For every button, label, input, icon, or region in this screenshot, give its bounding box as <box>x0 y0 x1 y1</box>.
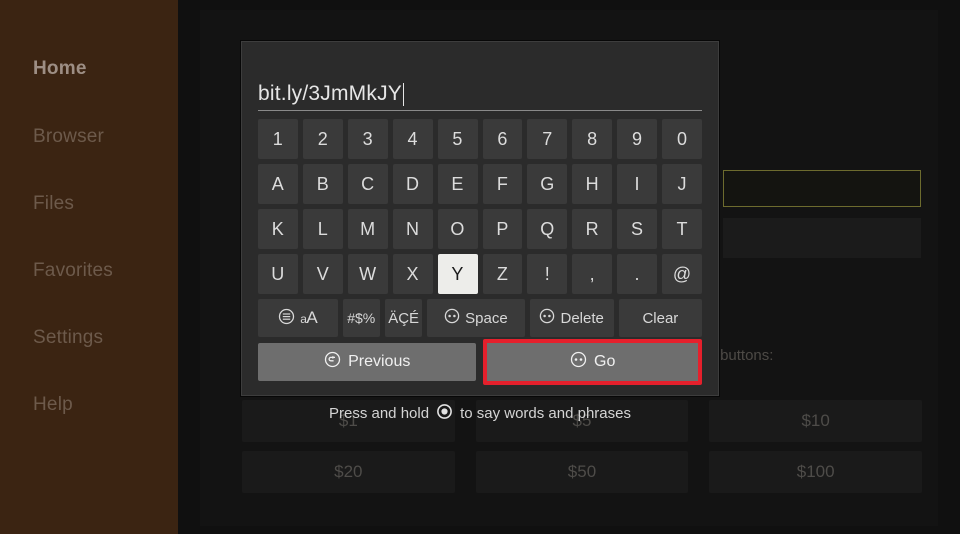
key-n[interactable]: N <box>392 209 433 249</box>
key-r[interactable]: R <box>572 209 613 249</box>
text-caret <box>403 83 404 106</box>
keyboard-input-value: bit.ly/3JmMkJY <box>258 82 402 105</box>
key-8[interactable]: 8 <box>572 119 613 159</box>
key-exclamation[interactable]: ! <box>527 254 568 294</box>
key-z[interactable]: Z <box>482 254 523 294</box>
key-j[interactable]: J <box>662 164 703 204</box>
key-e[interactable]: E <box>437 164 478 204</box>
donation-button[interactable]: $100 <box>709 451 922 493</box>
voice-button-icon <box>437 404 452 423</box>
key-1[interactable]: 1 <box>258 119 298 159</box>
key-a[interactable]: A <box>258 164 298 204</box>
sidebar-item-home[interactable]: Home <box>33 58 173 80</box>
key-2[interactable]: 2 <box>302 119 343 159</box>
key-delete-label: Delete <box>560 309 604 327</box>
key-l[interactable]: L <box>302 209 343 249</box>
key-m[interactable]: M <box>347 209 388 249</box>
keyboard-row-numbers: 1 2 3 4 5 6 7 8 9 0 <box>258 119 703 159</box>
keyboard-text-field[interactable]: bit.ly/3JmMkJY <box>258 56 702 111</box>
key-v[interactable]: V <box>302 254 343 294</box>
keyboard-row-u-at: U V W X Y Z ! , . @ <box>258 254 703 294</box>
menu-circle-icon <box>278 308 295 329</box>
voice-hint: Press and hold to say words and phrases <box>241 404 719 423</box>
case-toggle-label: aA <box>300 308 318 327</box>
key-period[interactable]: . <box>617 254 658 294</box>
dpad-horizontal-icon <box>570 351 587 373</box>
go-button[interactable]: Go <box>483 339 702 385</box>
dpad-horizontal-icon <box>539 308 555 328</box>
key-5[interactable]: 5 <box>437 119 478 159</box>
key-0[interactable]: 0 <box>662 119 703 159</box>
sidebar-item-settings[interactable]: Settings <box>33 327 173 349</box>
sidebar-item-help[interactable]: Help <box>33 394 173 416</box>
onscreen-keyboard-dialog: bit.ly/3JmMkJY 1 2 3 4 5 6 7 8 9 0 A B C… <box>241 41 719 396</box>
donation-button[interactable]: $10 <box>709 400 922 442</box>
previous-button[interactable]: Previous <box>258 343 477 381</box>
key-delete[interactable]: Delete <box>529 299 614 337</box>
background-secondary-field[interactable] <box>723 218 921 258</box>
key-u[interactable]: U <box>258 254 298 294</box>
donation-button[interactable]: $20 <box>242 451 455 493</box>
key-comma[interactable]: , <box>572 254 613 294</box>
previous-button-label: Previous <box>348 353 411 370</box>
key-w[interactable]: W <box>347 254 388 294</box>
key-clear[interactable]: Clear <box>618 299 702 337</box>
tv-app-screen: Home Browser Files Favorites Settings He… <box>0 0 960 534</box>
key-6[interactable]: 6 <box>482 119 523 159</box>
dpad-horizontal-icon <box>444 308 460 328</box>
key-h[interactable]: H <box>572 164 613 204</box>
sidebar-item-favorites[interactable]: Favorites <box>33 260 173 282</box>
keyboard-row-a-j: A B C D E F G H I J <box>258 164 703 204</box>
key-4[interactable]: 4 <box>392 119 433 159</box>
key-q[interactable]: Q <box>527 209 568 249</box>
sidebar-item-browser[interactable]: Browser <box>33 126 173 148</box>
voice-hint-suffix: to say words and phrases <box>460 405 631 422</box>
key-7[interactable]: 7 <box>527 119 568 159</box>
keyboard-function-row: aA #$% ÄÇÉ Space Delete Clear <box>258 299 702 337</box>
key-x[interactable]: X <box>392 254 433 294</box>
voice-hint-prefix: Press and hold <box>328 405 430 422</box>
key-d[interactable]: D <box>392 164 433 204</box>
key-s[interactable]: S <box>617 209 658 249</box>
key-k[interactable]: K <box>258 209 298 249</box>
keyboard-row-k-t: K L M N O P Q R S T <box>258 209 703 249</box>
key-c[interactable]: C <box>347 164 388 204</box>
background-url-field[interactable] <box>723 170 921 207</box>
go-button-label: Go <box>594 353 616 370</box>
donation-button[interactable]: $50 <box>475 451 689 493</box>
key-f[interactable]: F <box>482 164 523 204</box>
sidebar-item-files[interactable]: Files <box>33 193 173 215</box>
key-at[interactable]: @ <box>662 254 703 294</box>
key-symbols[interactable]: #$% <box>342 299 380 337</box>
keyboard-key-rows: 1 2 3 4 5 6 7 8 9 0 A B C D E F G H I J … <box>258 119 703 294</box>
key-t[interactable]: T <box>662 209 703 249</box>
key-i[interactable]: I <box>617 164 658 204</box>
key-y[interactable]: Y <box>437 254 478 294</box>
key-3[interactable]: 3 <box>347 119 388 159</box>
key-p[interactable]: P <box>482 209 523 249</box>
back-arrow-circle-icon <box>324 351 341 373</box>
key-b[interactable]: B <box>302 164 343 204</box>
sidebar-nav: Home Browser Files Favorites Settings He… <box>0 0 178 534</box>
key-accents[interactable]: ÄÇÉ <box>384 299 423 337</box>
key-o[interactable]: O <box>437 209 478 249</box>
key-language-case[interactable]: aA <box>258 299 338 337</box>
key-9[interactable]: 9 <box>617 119 658 159</box>
key-g[interactable]: G <box>527 164 568 204</box>
key-space[interactable]: Space <box>427 299 525 337</box>
key-space-label: Space <box>465 309 508 327</box>
keyboard-action-row: Previous Go <box>258 339 702 385</box>
